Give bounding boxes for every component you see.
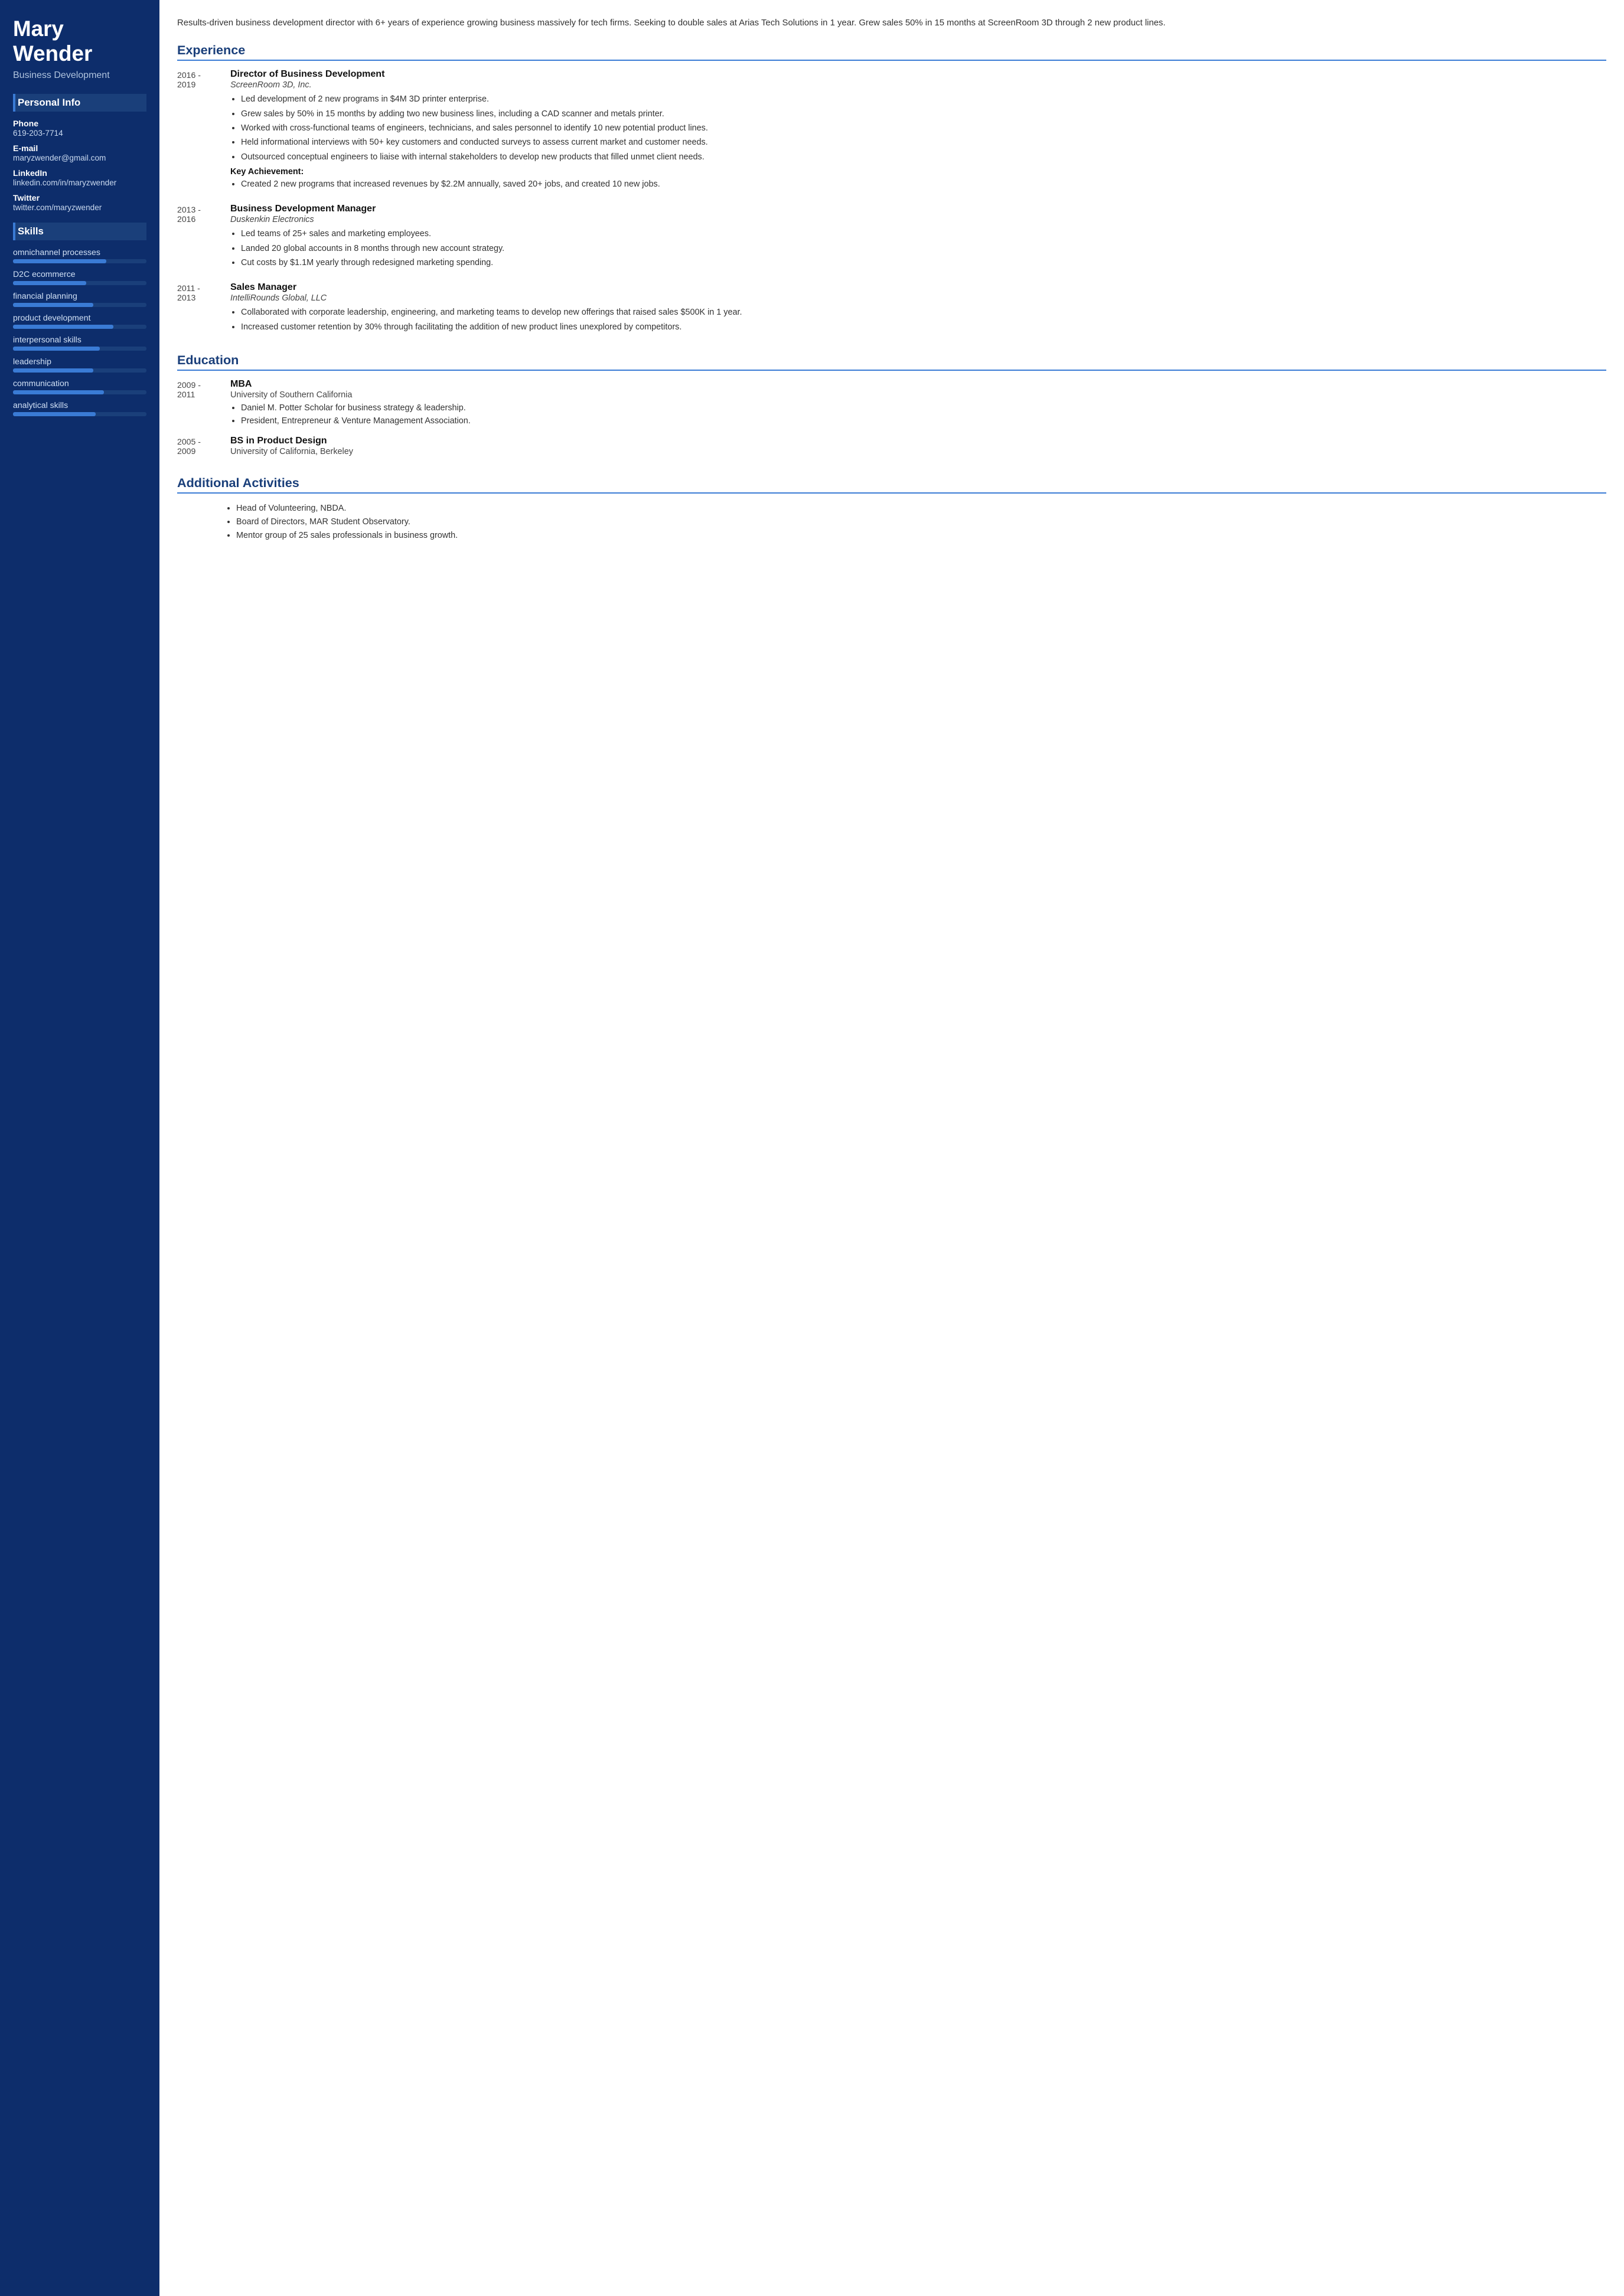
exp-dates-1: 2013 - 2016: [177, 204, 230, 272]
key-achievement-bullets-0: Created 2 new programs that increased re…: [230, 178, 1606, 191]
skill-name-4: interpersonal skills: [13, 335, 146, 344]
exp-company-0: ScreenRoom 3D, Inc.: [230, 80, 1606, 90]
twitter-value: twitter.com/maryzwender: [13, 203, 146, 212]
experience-list: 2016 - 2019Director of Business Developm…: [177, 69, 1606, 336]
skill-bar-bg-7: [13, 412, 146, 416]
education-title: Education: [177, 352, 1606, 371]
edu-bullets-0: Daniel M. Potter Scholar for business st…: [230, 402, 1606, 427]
skill-bar-fill-7: [13, 412, 96, 416]
exp-bullet-0-4: Outsourced conceptual engineers to liais…: [241, 151, 1606, 164]
main-content: Results-driven business development dire…: [159, 0, 1624, 2296]
skill-name-0: omnichannel processes: [13, 247, 146, 257]
exp-content-0: Director of Business DevelopmentScreenRo…: [230, 69, 1606, 193]
exp-bullet-0-3: Held informational interviews with 50+ k…: [241, 136, 1606, 149]
linkedin-value: linkedin.com/in/maryzwender: [13, 178, 146, 187]
exp-bullet-1-0: Led teams of 25+ sales and marketing emp…: [241, 227, 1606, 240]
additional-list: Head of Volunteering, NBDA.Board of Dire…: [177, 502, 1606, 543]
edu-content-0: MBAUniversity of Southern California Dani…: [230, 379, 1606, 427]
additional-title: Additional Activities: [177, 475, 1606, 494]
edu-school-1: University of California, Berkeley: [230, 447, 1606, 456]
skill-bar-bg-2: [13, 303, 146, 307]
skill-bar-fill-0: [13, 259, 106, 263]
personal-info-section-title: Personal Info: [13, 94, 146, 112]
skill-bar-fill-2: [13, 303, 93, 307]
key-achievement-label-0: Key Achievement:: [230, 167, 1606, 177]
exp-content-2: Sales ManagerIntelliRounds Global, LLC Co…: [230, 282, 1606, 336]
phone-label: Phone: [13, 119, 146, 128]
exp-entry-1: 2013 - 2016Business Development ManagerD…: [177, 204, 1606, 272]
skill-bar-fill-5: [13, 368, 93, 373]
skill-bar-bg-5: [13, 368, 146, 373]
skill-bar-fill-3: [13, 325, 113, 329]
candidate-title: Business Development: [13, 70, 146, 81]
exp-entry-0: 2016 - 2019Director of Business Developm…: [177, 69, 1606, 193]
edu-bullet-0-0: Daniel M. Potter Scholar for business st…: [241, 402, 1606, 415]
exp-bullet-0-2: Worked with cross-functional teams of en…: [241, 122, 1606, 135]
additional-bullet-1: Board of Directors, MAR Student Observat…: [236, 515, 1606, 529]
exp-job-title-2: Sales Manager: [230, 282, 1606, 293]
exp-dates-0: 2016 - 2019: [177, 69, 230, 193]
additional-bullet-0: Head of Volunteering, NBDA.: [236, 502, 1606, 515]
skill-bar-fill-6: [13, 390, 104, 394]
exp-bullet-2-0: Collaborated with corporate leadership, …: [241, 306, 1606, 319]
exp-dates-2: 2011 - 2013: [177, 282, 230, 336]
edu-entry-1: 2005 - 2009BS in Product DesignUniversit…: [177, 436, 1606, 459]
edu-degree-1: BS in Product Design: [230, 436, 1606, 446]
experience-section: Experience 2016 - 2019Director of Busine…: [177, 43, 1606, 336]
twitter-label: Twitter: [13, 193, 146, 203]
skill-name-2: financial planning: [13, 291, 146, 301]
sidebar: MaryWender Business Development Personal…: [0, 0, 159, 2296]
exp-bullets-0: Led development of 2 new programs in $4M…: [230, 93, 1606, 164]
skill-name-3: product development: [13, 313, 146, 322]
edu-degree-0: MBA: [230, 379, 1606, 390]
skill-name-7: analytical skills: [13, 400, 146, 410]
phone-value: 619-203-7714: [13, 129, 146, 138]
candidate-name: MaryWender: [13, 17, 146, 67]
skill-name-1: D2C ecommerce: [13, 269, 146, 279]
skills-list: omnichannel processes D2C ecommerce financ…: [13, 247, 146, 416]
skill-name-5: leadership: [13, 357, 146, 366]
linkedin-label: LinkedIn: [13, 168, 146, 178]
email-label: E-mail: [13, 143, 146, 153]
exp-company-2: IntelliRounds Global, LLC: [230, 293, 1606, 303]
skill-bar-fill-4: [13, 347, 100, 351]
key-achievement-bullet-0-0: Created 2 new programs that increased re…: [241, 178, 1606, 191]
exp-job-title-0: Director of Business Development: [230, 69, 1606, 80]
skill-bar-bg-6: [13, 390, 146, 394]
exp-bullet-1-2: Cut costs by $1.1M yearly through redesi…: [241, 256, 1606, 269]
skills-section-title: Skills: [13, 223, 146, 240]
skill-bar-bg-4: [13, 347, 146, 351]
edu-bullet-0-1: President, Entrepreneur & Venture Manage…: [241, 415, 1606, 428]
skill-bar-fill-1: [13, 281, 86, 285]
additional-bullet-2: Mentor group of 25 sales professionals i…: [236, 529, 1606, 543]
edu-school-0: University of Southern California: [230, 390, 1606, 400]
skill-bar-bg-3: [13, 325, 146, 329]
skill-bar-bg-1: [13, 281, 146, 285]
exp-bullet-0-1: Grew sales by 50% in 15 months by adding…: [241, 107, 1606, 120]
exp-entry-2: 2011 - 2013Sales ManagerIntelliRounds Gl…: [177, 282, 1606, 336]
exp-bullet-1-1: Landed 20 global accounts in 8 months th…: [241, 242, 1606, 255]
email-value: maryzwender@gmail.com: [13, 153, 146, 162]
edu-content-1: BS in Product DesignUniversity of Califo…: [230, 436, 1606, 459]
exp-bullet-2-1: Increased customer retention by 30% thro…: [241, 321, 1606, 334]
additional-section: Additional Activities Head of Volunteeri…: [177, 475, 1606, 543]
exp-company-1: Duskenkin Electronics: [230, 215, 1606, 224]
edu-dates-0: 2009 - 2011: [177, 379, 230, 427]
exp-job-title-1: Business Development Manager: [230, 204, 1606, 214]
exp-bullets-2: Collaborated with corporate leadership, …: [230, 306, 1606, 334]
edu-entry-0: 2009 - 2011MBAUniversity of Southern Cal…: [177, 379, 1606, 427]
edu-dates-1: 2005 - 2009: [177, 436, 230, 459]
skill-name-6: communication: [13, 378, 146, 388]
exp-bullet-0-0: Led development of 2 new programs in $4M…: [241, 93, 1606, 106]
education-section: Education 2009 - 2011MBAUniversity of So…: [177, 352, 1606, 459]
summary-text: Results-driven business development dire…: [177, 17, 1606, 30]
education-list: 2009 - 2011MBAUniversity of Southern Cal…: [177, 379, 1606, 459]
skill-bar-bg-0: [13, 259, 146, 263]
exp-bullets-1: Led teams of 25+ sales and marketing emp…: [230, 227, 1606, 269]
exp-content-1: Business Development ManagerDuskenkin El…: [230, 204, 1606, 272]
experience-title: Experience: [177, 43, 1606, 61]
